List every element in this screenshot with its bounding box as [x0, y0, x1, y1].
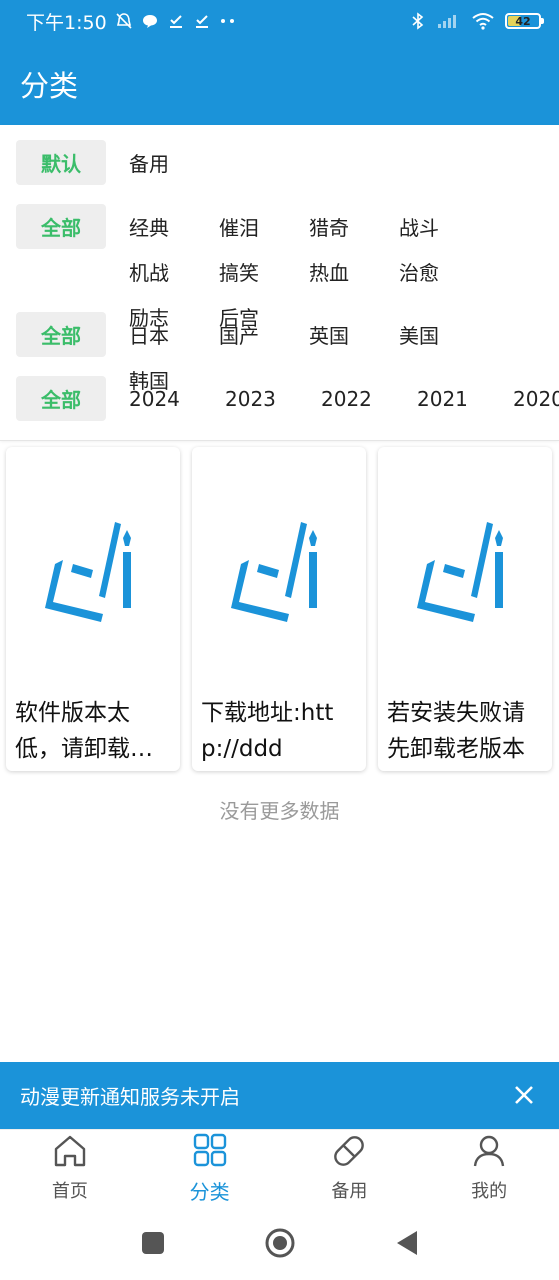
status-bar: 下午1:50 42 — [0, 0, 559, 42]
home-icon — [51, 1132, 89, 1175]
card-title: 若安装失败请先卸载老版本 — [387, 700, 525, 762]
check-icon — [193, 12, 211, 30]
result-card[interactable]: 软件版本太低，请卸载重新安装 — [6, 447, 180, 771]
bluetooth-icon — [409, 12, 427, 30]
filter-option[interactable]: 2020 — [513, 376, 559, 421]
nav-spare[interactable]: 备用 — [280, 1130, 420, 1205]
nav-home-label: 首页 — [51, 1181, 88, 1202]
filter-option[interactable]: 战斗 — [399, 204, 489, 249]
filter-option[interactable]: 治愈 — [399, 249, 489, 294]
grid-icon — [191, 1131, 229, 1174]
user-icon — [470, 1132, 508, 1175]
filter-option[interactable]: 国产 — [219, 312, 309, 357]
placeholder-logo-icon — [6, 447, 180, 687]
filter-option[interactable]: 备用 — [129, 140, 219, 185]
filter-option[interactable]: 搞笑 — [219, 249, 309, 294]
result-card[interactable]: 若安装失败请先卸载老版本 — [378, 447, 552, 771]
page-title: 分类 — [20, 68, 79, 103]
filter-chip-all-genre[interactable]: 全部 — [16, 204, 106, 249]
more-icon — [219, 12, 237, 30]
card-title: 下载地址:http://ddd — [201, 700, 334, 762]
wifi-icon — [471, 12, 495, 30]
mute-icon — [115, 12, 133, 30]
filter-option[interactable]: 机战 — [129, 249, 219, 294]
filter-option[interactable]: 2021 — [417, 376, 513, 421]
app-bar: 分类 — [0, 42, 559, 125]
nav-home[interactable]: 首页 — [0, 1130, 140, 1205]
close-icon[interactable] — [511, 1082, 537, 1108]
filter-option[interactable]: 美国 — [399, 312, 489, 357]
filter-row-source: 默认 备用 — [16, 140, 559, 185]
nav-category-label: 分类 — [189, 1179, 230, 1204]
filter-options: 2024 2023 2022 2021 2020 — [129, 376, 559, 421]
battery-level: 42 — [515, 14, 531, 28]
nav-mine[interactable]: 我的 — [419, 1130, 559, 1205]
filter-option[interactable]: 日本 — [129, 312, 219, 357]
home-button[interactable] — [264, 1227, 296, 1259]
filter-chip-default[interactable]: 默认 — [16, 140, 106, 185]
filter-option[interactable]: 2023 — [225, 376, 321, 421]
chat-icon — [141, 12, 159, 30]
bottom-nav: 首页 分类 备用 我的 — [0, 1129, 559, 1205]
filter-chip-all-region[interactable]: 全部 — [16, 312, 106, 357]
notification-banner[interactable]: 动漫更新通知服务未开启 — [0, 1062, 559, 1129]
result-card[interactable]: 下载地址:http://ddd — [192, 447, 366, 771]
battery-icon: 42 — [505, 13, 544, 29]
filter-option[interactable]: 英国 — [309, 312, 399, 357]
filter-panel: 默认 备用 全部 经典 催泪 猎奇 战斗 机战 搞笑 热血 治愈 励志 后宫 全… — [0, 125, 559, 441]
filter-row-year: 全部 2024 2023 2022 2021 2020 — [16, 376, 559, 421]
recents-button[interactable] — [137, 1227, 169, 1259]
pill-icon — [330, 1132, 368, 1175]
nav-spare-label: 备用 — [331, 1181, 368, 1202]
notification-text: 动漫更新通知服务未开启 — [20, 1085, 240, 1109]
back-button[interactable] — [391, 1227, 423, 1259]
filter-option[interactable]: 2024 — [129, 376, 225, 421]
filter-option[interactable]: 猎奇 — [309, 204, 399, 249]
placeholder-logo-icon — [192, 447, 366, 687]
filter-option[interactable]: 催泪 — [219, 204, 309, 249]
filter-options: 备用 — [129, 140, 559, 185]
filter-option[interactable]: 热血 — [309, 249, 399, 294]
nav-category[interactable]: 分类 — [140, 1130, 280, 1205]
card-title: 软件版本太低，请卸载重新安装 — [15, 700, 153, 762]
filter-option[interactable]: 2022 — [321, 376, 417, 421]
status-time: 下午1:50 — [26, 11, 107, 34]
filter-chip-all-year[interactable]: 全部 — [16, 376, 106, 421]
result-grid: 软件版本太低，请卸载重新安装 下载地址:http://ddd 若安装失败请先卸载… — [6, 447, 553, 772]
signal-icon — [437, 12, 461, 30]
list-end-text: 没有更多数据 — [219, 799, 340, 823]
placeholder-logo-icon — [378, 447, 552, 687]
system-nav-bar — [0, 1205, 559, 1280]
filter-option[interactable]: 经典 — [129, 204, 219, 249]
nav-mine-label: 我的 — [471, 1181, 508, 1202]
check-icon — [167, 12, 185, 30]
